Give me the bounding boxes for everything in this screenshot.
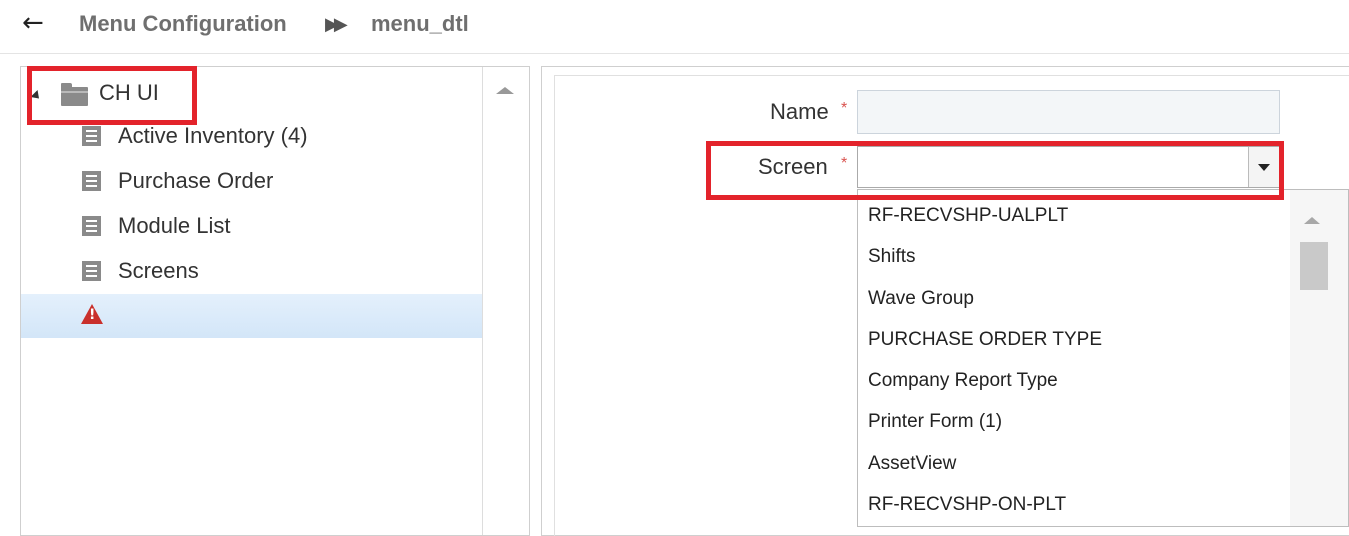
- warning-icon: !: [81, 304, 103, 324]
- scroll-up-icon[interactable]: [496, 87, 514, 94]
- breadcrumb: ← Menu Configuration ▶▶ menu_dtl: [0, 0, 1349, 50]
- screen-option[interactable]: PURCHASE ORDER TYPE: [868, 328, 1102, 352]
- breadcrumb-menu-configuration[interactable]: Menu Configuration: [79, 11, 287, 37]
- double-chevron-right-icon: ▶▶: [325, 14, 348, 35]
- name-label: Name: [770, 99, 829, 124]
- caret-down-icon: [1258, 164, 1270, 171]
- divider: [0, 53, 1349, 54]
- tree-scrollbar[interactable]: [482, 67, 529, 535]
- required-marker: *: [841, 155, 848, 172]
- folder-icon: [61, 83, 88, 106]
- dropdown-scrollbar[interactable]: [1290, 190, 1348, 526]
- document-icon: [82, 171, 101, 191]
- screen-option[interactable]: RF-RECVSHP-UALPLT: [868, 204, 1068, 228]
- tree-node-label: Active Inventory (4): [118, 123, 308, 148]
- dropdown-toggle-button[interactable]: [1248, 147, 1279, 187]
- screen-select[interactable]: [857, 146, 1280, 188]
- screen-option[interactable]: AssetView: [868, 452, 956, 476]
- document-icon: [82, 126, 101, 146]
- scroll-up-icon[interactable]: [1304, 217, 1320, 224]
- tree-node-label: Screens: [118, 258, 199, 283]
- tree-node-new-item[interactable]: !: [21, 294, 483, 338]
- tree-node-label: CH UI: [99, 80, 159, 105]
- tree-node-screens[interactable]: Screens: [21, 250, 483, 294]
- document-icon: [82, 216, 101, 236]
- arrow-left-icon[interactable]: ←: [22, 9, 44, 37]
- scrollbar-thumb[interactable]: [1300, 242, 1328, 290]
- screen-label: Screen: [758, 154, 828, 179]
- tree-node-module-list[interactable]: Module List: [21, 205, 483, 249]
- required-marker: *: [841, 100, 848, 117]
- expand-triangle-icon[interactable]: [30, 89, 43, 103]
- screen-option[interactable]: Company Report Type: [868, 369, 1058, 393]
- menu-tree: CH UI Active Inventory (4) Purchase Orde…: [21, 67, 483, 535]
- screen-option[interactable]: Shifts: [868, 245, 916, 269]
- screen-option[interactable]: RF-RECVSHP-ON-PLT: [868, 493, 1066, 517]
- name-input[interactable]: [857, 90, 1280, 134]
- screen-options-list: RF-RECVSHP-UALPLT Shifts Wave Group PURC…: [857, 189, 1349, 527]
- tree-node-purchase-order[interactable]: Purchase Order: [21, 160, 483, 204]
- tree-node-label: Purchase Order: [118, 168, 274, 193]
- screen-option[interactable]: Wave Group: [868, 287, 974, 311]
- tree-node-root[interactable]: CH UI: [21, 71, 483, 115]
- screen-option[interactable]: Printer Form (1): [868, 410, 1002, 434]
- tree-node-label: Module List: [118, 213, 231, 238]
- document-icon: [82, 261, 101, 281]
- menu-tree-panel: CH UI Active Inventory (4) Purchase Orde…: [20, 66, 530, 536]
- breadcrumb-current: menu_dtl: [371, 11, 469, 36]
- tree-node-active-inventory[interactable]: Active Inventory (4): [21, 115, 483, 159]
